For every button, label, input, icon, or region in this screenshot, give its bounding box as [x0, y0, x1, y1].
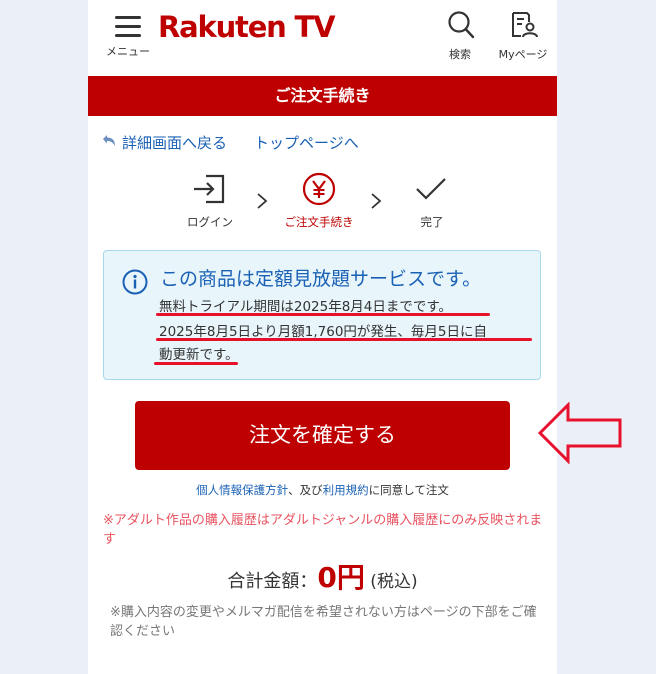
info-icon: [122, 269, 148, 295]
hamburger-icon: [115, 16, 141, 38]
agreement-text: 個人情報保護方針、及び利用規約に同意して注文: [88, 482, 557, 498]
subscription-info-box: この商品は定額見放題サービスです。 無料トライアル期間は2025年8月4日までで…: [103, 250, 541, 380]
mypage-label: Myページ: [498, 48, 548, 61]
monthly-fee-text: 2025年8月5日より月額1,760円が発生、毎月5日に自: [159, 324, 488, 340]
logo-text: Rakuten TV: [158, 10, 336, 44]
search-button[interactable]: 検索: [440, 10, 480, 66]
chevron-right-icon: [257, 193, 268, 209]
total-value: 0円: [317, 561, 365, 594]
agreement-suffix: に同意して注文: [368, 483, 449, 497]
step-login-label: ログイン: [187, 215, 233, 229]
arrow-left-icon: [537, 402, 622, 464]
mypage-icon: [512, 12, 538, 38]
back-to-details-link[interactable]: 詳細画面へ戻る: [122, 132, 227, 153]
auto-renew-text: 動更新です。: [159, 347, 239, 363]
yen-icon: [302, 172, 336, 206]
mail-settings-note: ※購入内容の変更やメルマガ配信を希望されない方はページの下部をご確認ください: [110, 605, 537, 639]
header: メニュー Rakuten TV 検索 Myページ: [88, 0, 557, 76]
agreement-and: 、及び: [288, 483, 323, 497]
annotation-underline: [156, 338, 532, 341]
total-label: 合計金額：: [227, 571, 318, 592]
chevron-right-icon: [371, 193, 382, 209]
search-icon: [448, 11, 475, 39]
confirm-order-button[interactable]: 注文を確定する: [135, 401, 510, 470]
check-icon: [416, 178, 446, 200]
adult-content-warning: ※アダルト作品の購入履歴はアダルトジャンルの購入履歴にのみ反映されます: [103, 513, 543, 547]
page-title-banner: ご注文手続き: [88, 76, 557, 116]
step-order-label: ご注文手続き: [284, 215, 354, 229]
menu-button[interactable]: メニュー: [100, 12, 156, 62]
annotation-underline: [156, 313, 490, 316]
menu-label: メニュー: [106, 45, 150, 58]
annotation-underline: [154, 362, 238, 365]
login-icon: [194, 174, 225, 204]
mypage-button[interactable]: Myページ: [492, 10, 554, 66]
trial-period-text: 無料トライアル期間は2025年8月4日までです。: [159, 299, 453, 315]
order-page: メニュー Rakuten TV 検索 Myページ ご注文手続き 詳細画面へ戻る …: [88, 0, 557, 674]
privacy-policy-link[interactable]: 個人情報保護方針: [196, 483, 288, 497]
terms-link[interactable]: 利用規約: [323, 483, 369, 497]
search-label: 検索: [449, 48, 471, 61]
back-arrow-icon[interactable]: [102, 134, 116, 148]
tax-label: (税込): [364, 572, 418, 592]
step-complete-label: 完了: [420, 215, 444, 229]
info-title: この商品は定額見放題サービスです。: [160, 268, 482, 290]
total-amount: 合計金額：0円 (税込): [88, 556, 557, 596]
top-page-link[interactable]: トップページへ: [254, 132, 359, 153]
